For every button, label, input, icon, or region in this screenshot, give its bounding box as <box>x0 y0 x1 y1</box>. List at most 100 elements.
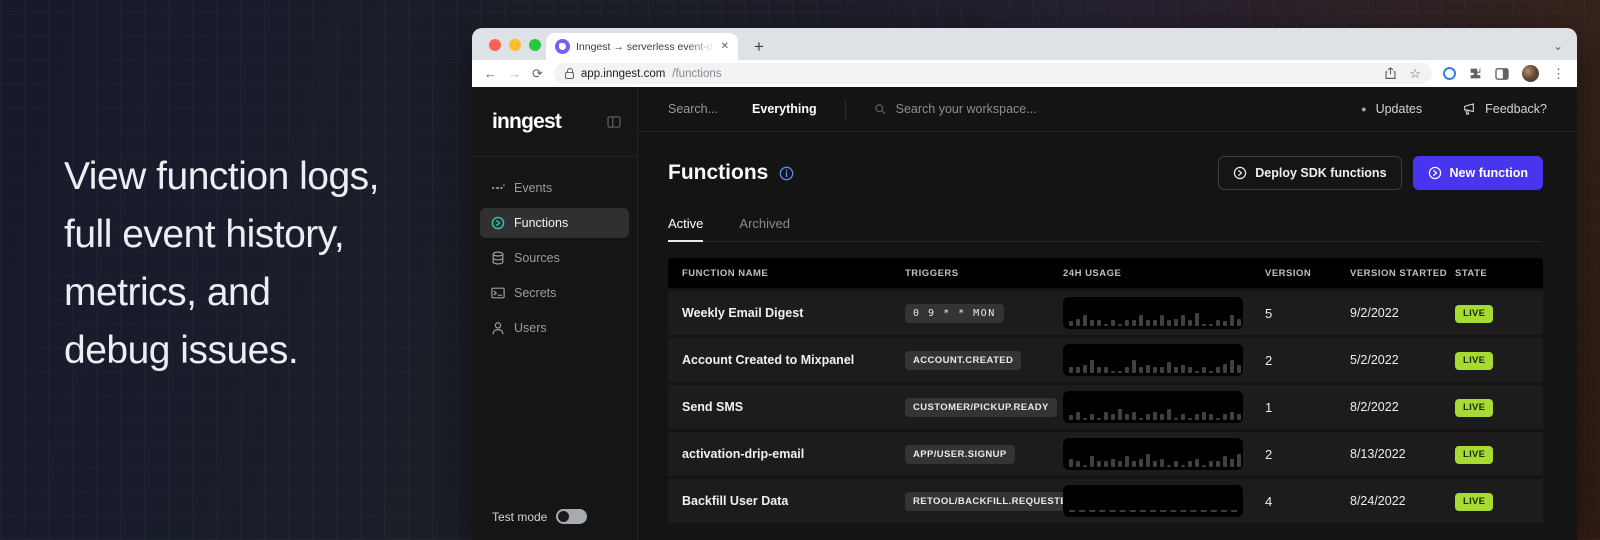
version-value: 2 <box>1265 353 1350 368</box>
browser-tab[interactable]: Inngest → serverless event-dri ✕ <box>546 33 738 60</box>
usage-chart <box>1063 391 1243 423</box>
sidebar-item-label: Sources <box>514 251 560 265</box>
onepassword-icon[interactable] <box>1443 67 1456 80</box>
inngest-favicon-icon <box>555 39 570 54</box>
trigger-badge: CUSTOMER/PICKUP.READY <box>905 398 1057 417</box>
secrets-icon <box>491 286 505 300</box>
functions-table: FUNCTION NAME TRIGGERS 24H USAGE VERSION… <box>668 258 1543 523</box>
browser-window: Inngest → serverless event-dri ✕ + ⌄ ← →… <box>472 28 1577 540</box>
table-row[interactable]: Backfill User Data RETOOL/BACKFILL.REQUE… <box>668 479 1543 523</box>
version-started-value: 8/2/2022 <box>1350 400 1455 414</box>
divider <box>845 99 846 119</box>
state-badge: LIVE <box>1455 493 1493 511</box>
minimize-window-button[interactable] <box>509 39 521 51</box>
sources-icon <box>491 251 505 265</box>
hero-headline: View function logs, full event history, … <box>64 148 379 380</box>
table-row[interactable]: activation-drip-email APP/USER.SIGNUP 2 … <box>668 432 1543 476</box>
table-row[interactable]: Weekly Email Digest 0 9 * * MON 5 9/2/20… <box>668 291 1543 335</box>
info-icon[interactable] <box>779 166 794 181</box>
functions-icon <box>491 216 505 230</box>
hero-line: metrics, and <box>64 264 379 322</box>
close-window-button[interactable] <box>489 39 501 51</box>
sidebar-item-functions[interactable]: Functions <box>480 208 629 238</box>
version-value: 4 <box>1265 494 1350 509</box>
search-icon <box>874 103 886 115</box>
tab-active[interactable]: Active <box>668 216 703 241</box>
version-started-value: 8/24/2022 <box>1350 494 1455 508</box>
sidebar-item-users[interactable]: Users <box>480 313 629 343</box>
sidebar-nav: Events Functions Sources Secrets <box>472 157 637 343</box>
new-function-icon <box>1428 166 1442 180</box>
col-version-started: VERSION STARTED <box>1350 268 1455 279</box>
function-name: activation-drip-email <box>668 447 905 461</box>
version-started-value: 9/2/2022 <box>1350 306 1455 320</box>
function-tabs: Active Archived <box>668 216 1543 242</box>
url-domain: app.inngest.com <box>581 68 665 80</box>
trigger-badge: 0 9 * * MON <box>905 304 1004 323</box>
share-icon[interactable] <box>1384 67 1397 80</box>
search-scope[interactable]: Everything <box>752 102 817 116</box>
new-function-button[interactable]: New function <box>1413 156 1543 190</box>
deploy-button-label: Deploy SDK functions <box>1255 166 1386 180</box>
sidebar-collapse-icon[interactable] <box>607 116 621 128</box>
feedback-link[interactable]: Feedback? <box>1485 102 1547 116</box>
browser-tab-strip: Inngest → serverless event-dri ✕ + ⌄ <box>472 28 1577 60</box>
address-bar[interactable]: app.inngest.com /functions ☆ <box>554 63 1432 84</box>
version-started-value: 5/2/2022 <box>1350 353 1455 367</box>
bookmark-star-icon[interactable]: ☆ <box>1409 66 1421 82</box>
trigger-badge: ACCOUNT.CREATED <box>905 351 1021 370</box>
sidebar-item-label: Events <box>514 181 552 195</box>
hero-line: full event history, <box>64 206 379 264</box>
usage-chart <box>1063 438 1243 470</box>
tab-search-chevron-icon[interactable]: ⌄ <box>1553 40 1563 52</box>
extensions-puzzle-icon[interactable] <box>1469 67 1482 80</box>
sidebar-panel-icon[interactable] <box>1495 68 1509 80</box>
functions-page: Functions Deploy SDK functions New <box>638 132 1577 523</box>
hero-line: debug issues. <box>64 322 379 380</box>
search-label[interactable]: Search... <box>668 102 718 116</box>
forward-button[interactable]: → <box>508 67 521 80</box>
profile-avatar[interactable] <box>1522 65 1539 82</box>
table-row[interactable]: Account Created to Mixpanel ACCOUNT.CREA… <box>668 338 1543 382</box>
tab-archived[interactable]: Archived <box>739 216 790 241</box>
sidebar-item-label: Functions <box>514 216 568 230</box>
inngest-app: inngest Events Functions Sources <box>472 87 1577 540</box>
browser-extensions-area: ⋮ <box>1443 65 1565 82</box>
window-controls <box>489 39 541 51</box>
updates-dot-icon: ● <box>1361 104 1366 114</box>
deploy-icon <box>1233 166 1247 180</box>
test-mode-toggle[interactable] <box>556 509 587 524</box>
browser-menu-icon[interactable]: ⋮ <box>1552 66 1565 82</box>
tab-close-icon[interactable]: ✕ <box>721 41 729 52</box>
state-badge: LIVE <box>1455 399 1493 417</box>
col-24h-usage: 24H USAGE <box>1063 268 1265 279</box>
users-icon <box>491 321 505 335</box>
sidebar-item-secrets[interactable]: Secrets <box>480 278 629 308</box>
sidebar-item-label: Users <box>514 321 547 335</box>
col-version: VERSION <box>1265 268 1350 279</box>
table-header: FUNCTION NAME TRIGGERS 24H USAGE VERSION… <box>668 258 1543 288</box>
col-state: STATE <box>1455 268 1543 279</box>
new-tab-button[interactable]: + <box>754 38 764 55</box>
function-name: Backfill User Data <box>668 494 905 508</box>
col-function-name: FUNCTION NAME <box>668 268 905 279</box>
new-function-button-label: New function <box>1450 166 1528 180</box>
table-row[interactable]: Send SMS CUSTOMER/PICKUP.READY 1 8/2/202… <box>668 385 1543 429</box>
reload-button[interactable]: ⟳ <box>532 67 543 80</box>
workspace-search-input[interactable] <box>896 102 1116 116</box>
state-badge: LIVE <box>1455 305 1493 323</box>
hero-line: View function logs, <box>64 148 379 206</box>
function-name: Send SMS <box>668 400 905 414</box>
deploy-sdk-functions-button[interactable]: Deploy SDK functions <box>1218 156 1401 190</box>
version-started-value: 8/13/2022 <box>1350 447 1455 461</box>
sidebar-item-sources[interactable]: Sources <box>480 243 629 273</box>
browser-url-bar: ← → ⟳ app.inngest.com /functions ☆ ⋮ <box>472 60 1577 87</box>
megaphone-icon <box>1462 103 1476 116</box>
function-name: Account Created to Mixpanel <box>668 353 905 367</box>
zoom-window-button[interactable] <box>529 39 541 51</box>
app-topbar: Search... Everything ● Updates Feedback? <box>638 87 1577 132</box>
sidebar-item-events[interactable]: Events <box>480 173 629 203</box>
back-button[interactable]: ← <box>484 67 497 80</box>
updates-link[interactable]: Updates <box>1376 102 1423 116</box>
sidebar-item-label: Secrets <box>514 286 556 300</box>
